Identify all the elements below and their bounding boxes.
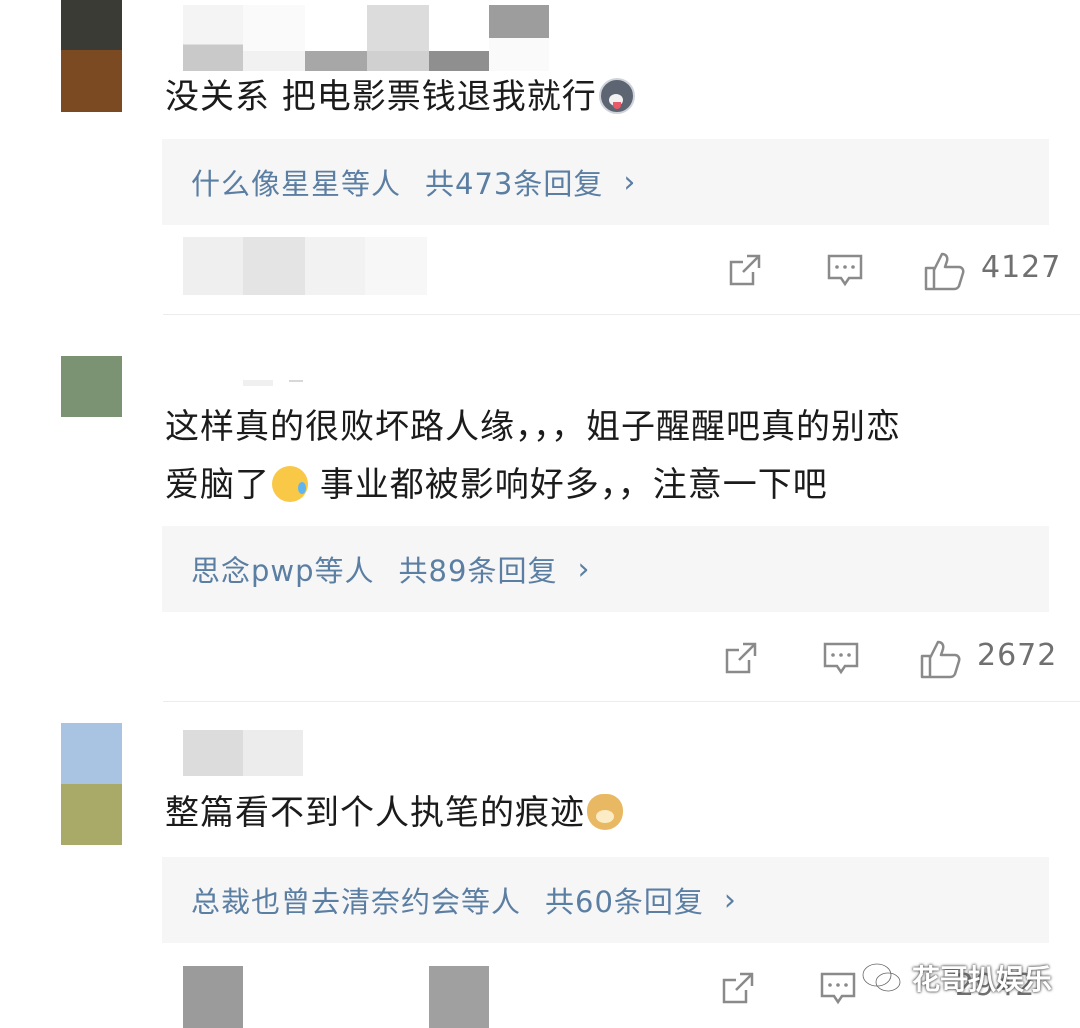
like-count: 4127 [981, 250, 1062, 285]
reply-count: 共60条回复 [545, 885, 704, 919]
reply-summary-button[interactable]: 思念pwp等人 共89条回复 › [162, 526, 1049, 612]
share-icon[interactable] [721, 638, 761, 678]
comment-text: 没关系 把电影票钱退我就行 [165, 68, 1045, 126]
comment-icon[interactable] [818, 968, 858, 1008]
thumbs-up-icon[interactable] [922, 250, 966, 292]
reply-count: 共89条回复 [398, 554, 558, 588]
comment-text: 这样真的很败坏路人缘，，，姐子醒醒吧真的别恋 爱脑了 事业都被影响好多，，注意一… [165, 398, 1045, 514]
action-bar: 4127 [0, 242, 1080, 302]
doge-emoji-icon [587, 794, 623, 830]
username-mosaic[interactable] [183, 5, 549, 71]
action-bar: 2672 [0, 630, 1080, 690]
comment-text: 整篇看不到个人执笔的痕迹 [165, 784, 1045, 842]
reply-users: 什么像星星等人 [191, 167, 402, 201]
divider [163, 701, 1080, 702]
divider [163, 314, 1080, 315]
reply-users: 思念pwp等人 [191, 554, 375, 588]
avatar[interactable] [61, 723, 122, 845]
reply-summary-button[interactable]: 总裁也曾去清奈约会等人 共60条回复 › [162, 857, 1049, 943]
share-icon[interactable] [718, 968, 758, 1008]
reply-summary-button[interactable]: 什么像星星等人 共473条回复 › [162, 139, 1049, 225]
avatar[interactable] [61, 0, 122, 112]
reply-users: 总裁也曾去清奈约会等人 [191, 885, 522, 919]
wechat-icon [861, 962, 902, 993]
share-icon[interactable] [725, 250, 765, 290]
chevron-right-icon: › [577, 551, 591, 587]
comment-text-line: 这样真的很败坏路人缘，，，姐子醒醒吧真的别恋 [165, 407, 901, 447]
comment-icon[interactable] [825, 250, 865, 290]
avatar[interactable] [61, 356, 122, 417]
watermark: 花哥扒娱乐 [860, 958, 1052, 998]
husky-emoji-icon [598, 78, 635, 114]
watermark-text: 花哥扒娱乐 [912, 963, 1053, 996]
thumbs-up-icon[interactable] [918, 638, 962, 680]
chevron-right-icon: › [623, 164, 637, 200]
reply-count: 共473条回复 [425, 167, 604, 201]
username-mosaic[interactable] [183, 730, 303, 776]
comment-icon[interactable] [821, 638, 861, 678]
username-mosaic[interactable] [183, 380, 303, 386]
like-count: 2672 [977, 638, 1058, 673]
comment-text-line: 爱脑了 事业都被影响好多，，注意一下吧 [165, 465, 828, 505]
sleepy-sweat-emoji-icon [272, 466, 308, 502]
chevron-right-icon: › [723, 882, 737, 918]
